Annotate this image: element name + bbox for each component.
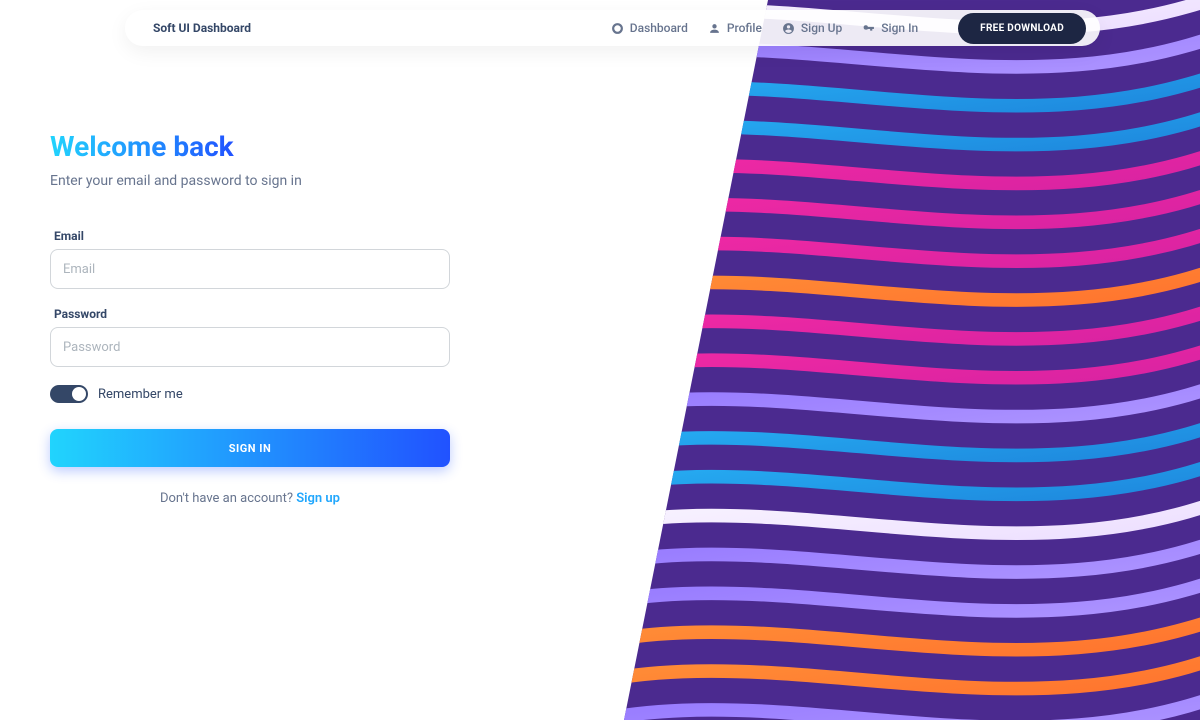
signup-prompt-text: Don't have an account? — [160, 491, 296, 506]
password-label: Password — [54, 307, 450, 321]
person-icon — [708, 22, 721, 35]
brand-title[interactable]: Soft UI Dashboard — [153, 21, 251, 35]
signup-prompt-row: Don't have an account? Sign up — [50, 491, 450, 506]
page-title: Welcome back — [50, 130, 234, 163]
abstract-swirl-art — [600, 0, 1200, 720]
account-circle-icon — [782, 22, 795, 35]
free-download-button[interactable]: FREE DOWNLOAD — [958, 13, 1086, 44]
email-label: Email — [54, 229, 450, 243]
nav-signin[interactable]: Sign In — [862, 21, 918, 35]
signin-form: Email Password Remember me SIGN IN Don't… — [50, 229, 450, 506]
navbar-links: Dashboard Profile Sign Up Sign In FREE D… — [611, 13, 1086, 44]
nav-dashboard-label: Dashboard — [630, 21, 688, 35]
remember-me-toggle[interactable] — [50, 385, 88, 403]
nav-profile[interactable]: Profile — [708, 21, 762, 35]
nav-profile-label: Profile — [727, 21, 762, 35]
key-icon — [862, 22, 875, 35]
signup-link[interactable]: Sign up — [296, 491, 340, 506]
page-subtitle: Enter your email and password to sign in — [50, 173, 540, 189]
signin-button[interactable]: SIGN IN — [50, 429, 450, 467]
donut-icon — [611, 22, 624, 35]
hero-artwork-pane — [600, 0, 1200, 720]
nav-dashboard[interactable]: Dashboard — [611, 21, 688, 35]
nav-signup-label: Sign Up — [801, 21, 842, 35]
toggle-knob — [72, 387, 86, 401]
password-field[interactable] — [50, 327, 450, 367]
nav-signup[interactable]: Sign Up — [782, 21, 842, 35]
email-field[interactable] — [50, 249, 450, 289]
signin-panel: Welcome back Enter your email and passwo… — [0, 0, 600, 720]
nav-signin-label: Sign In — [881, 21, 918, 35]
top-navbar: Soft UI Dashboard Dashboard Profile Sign… — [125, 10, 1100, 46]
remember-me-label: Remember me — [98, 387, 183, 402]
